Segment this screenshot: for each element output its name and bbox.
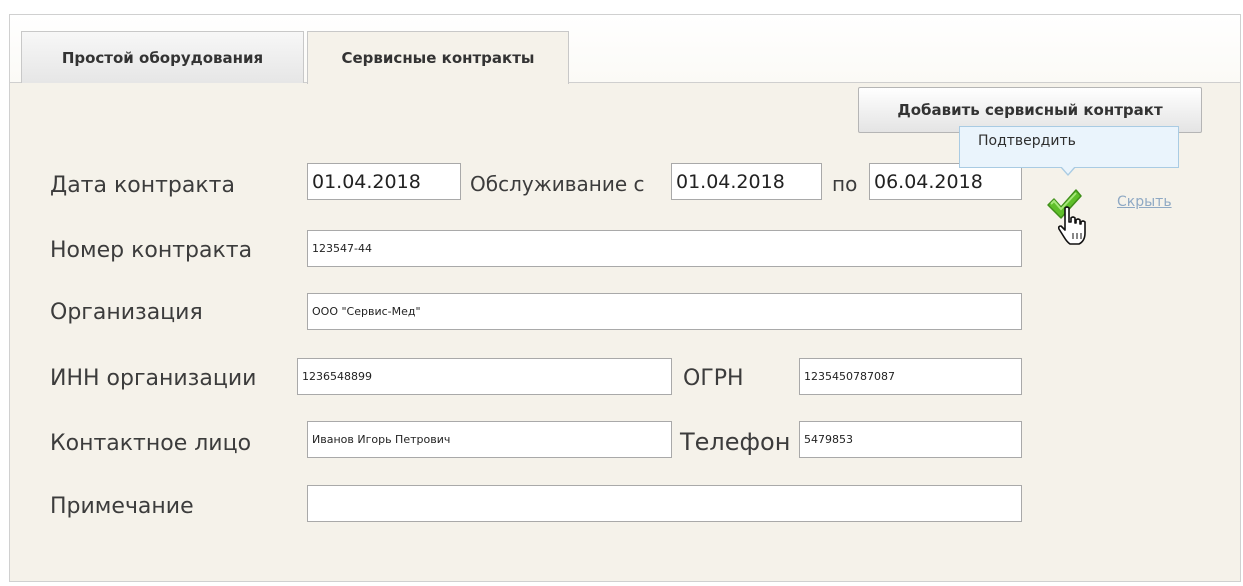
confirm-tooltip: Подтвердить xyxy=(959,126,1179,168)
tab-bar: Простой оборудования Сервисные контракты xyxy=(10,15,1240,84)
organization-label: Организация xyxy=(50,300,203,325)
service-from-label: Обслуживание с xyxy=(470,172,645,196)
tooltip-arrow-inner xyxy=(1061,166,1075,174)
contract-date-label: Дата контракта xyxy=(50,173,235,198)
contract-number-field[interactable] xyxy=(307,230,1022,267)
contact-person-label: Контактное лицо xyxy=(50,431,252,456)
contract-number-label: Номер контракта xyxy=(50,238,253,263)
contact-person-field[interactable] xyxy=(307,421,672,458)
ogrn-label: ОГРН xyxy=(683,366,744,391)
contract-date-field[interactable] xyxy=(307,163,461,200)
service-from-field[interactable] xyxy=(671,163,822,200)
tab-equipment-downtime[interactable]: Простой оборудования xyxy=(21,31,304,83)
organization-field[interactable] xyxy=(307,293,1022,330)
hide-link[interactable]: Скрыть xyxy=(1117,194,1172,210)
ogrn-field[interactable] xyxy=(799,358,1022,395)
tab-service-contracts[interactable]: Сервисные контракты xyxy=(307,31,569,84)
note-label: Примечание xyxy=(50,494,194,519)
inn-field[interactable] xyxy=(297,358,672,395)
inn-label: ИНН организации xyxy=(50,366,257,391)
hand-cursor-icon xyxy=(1057,206,1086,245)
service-to-label: по xyxy=(832,172,858,196)
service-to-field[interactable] xyxy=(869,163,1022,200)
note-field[interactable] xyxy=(307,485,1022,522)
phone-field[interactable] xyxy=(799,421,1022,458)
phone-label: Телефон xyxy=(680,428,791,456)
